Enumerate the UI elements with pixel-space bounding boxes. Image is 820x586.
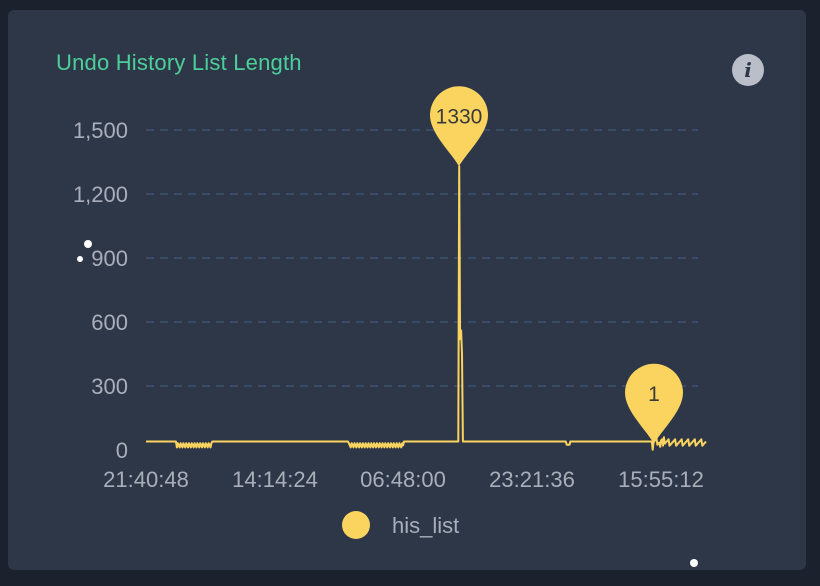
x-axis-ticks: 21:40:48 14:14:24 06:48:00 23:21:36 15:55:12 — [103, 467, 704, 492]
y-tick-label: 1,500 — [73, 118, 128, 143]
x-tick-label: 06:48:00 — [360, 467, 446, 492]
x-tick-label: 23:21:36 — [489, 467, 575, 492]
decorative-dot — [84, 240, 92, 248]
min-marker-label: 1 — [648, 383, 660, 406]
y-tick-label: 1,200 — [73, 182, 128, 207]
chart-markers: 1330 1 — [430, 86, 683, 444]
y-tick-label: 0 — [116, 438, 128, 463]
x-tick-label: 15:55:12 — [618, 467, 704, 492]
line-chart: 0 300 600 900 1,200 1,500 21:40:48 14:14:24 06:… — [73, 86, 707, 539]
x-tick-label: 14:14:24 — [232, 467, 318, 492]
y-tick-label: 300 — [91, 374, 128, 399]
decorative-dot — [690, 559, 698, 567]
series-line-his-list — [145, 165, 707, 451]
y-axis-ticks: 0 300 600 900 1,200 1,500 — [73, 118, 128, 463]
max-marker-label: 1330 — [436, 105, 483, 128]
chart-legend: his_list — [342, 511, 459, 539]
y-tick-label: 600 — [91, 310, 128, 335]
chart-series — [145, 165, 707, 451]
legend-swatch-his-list — [342, 511, 370, 539]
y-tick-label: 900 — [91, 246, 128, 271]
legend-label-his-list: his_list — [392, 513, 459, 538]
decorative-dot — [77, 256, 83, 262]
chart-grid — [146, 129, 698, 387]
x-tick-label: 21:40:48 — [103, 467, 189, 492]
